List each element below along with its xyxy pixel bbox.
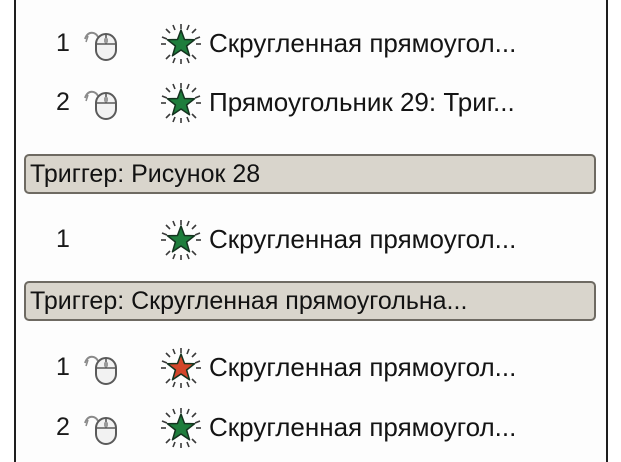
animation-label: Скругленная прямоугол...: [209, 412, 517, 442]
entrance-effect-star-icon: [161, 24, 201, 64]
trigger-header-label: Триггер: Рисунок 28: [30, 160, 261, 188]
trigger-header[interactable]: Триггер: Рисунок 28: [24, 154, 596, 194]
mouse-click-icon: [82, 26, 122, 62]
mouse-click-icon: [82, 350, 122, 386]
animation-order: 1: [56, 29, 70, 57]
animation-order: 1: [56, 225, 70, 253]
animation-order: 2: [56, 413, 70, 441]
animation-order: 2: [56, 88, 70, 116]
animation-list-item[interactable]: 1 Скругленная прямоугол...: [16, 210, 606, 268]
entrance-effect-star-icon: [161, 83, 201, 123]
animation-label: Скругленная прямоугол...: [209, 224, 517, 254]
animation-pane: 1 Скругленная прямоугол... 2 Прямоугольн…: [14, 0, 608, 462]
animation-label: Скругленная прямоугол...: [209, 352, 517, 382]
animation-label: Прямоугольник 29: Триг...: [209, 87, 515, 117]
animation-order: 1: [56, 353, 70, 381]
mouse-click-icon: [82, 85, 122, 121]
animation-list-item[interactable]: 2 Скругленная прямоугол...: [16, 398, 606, 456]
trigger-header-label: Триггер: Скругленная прямоугольна...: [30, 287, 468, 315]
entrance-effect-star-icon: [161, 408, 201, 448]
animation-list-item[interactable]: 1 Скругленная прямоугол...: [16, 14, 606, 72]
emphasis-effect-star-icon: [161, 348, 201, 388]
animation-list-item[interactable]: 2 Прямоугольник 29: Триг...: [16, 73, 606, 131]
animation-label: Скругленная прямоугол...: [209, 28, 517, 58]
animation-list-item[interactable]: 1 Скругленная прямоугол...: [16, 338, 606, 396]
trigger-header[interactable]: Триггер: Скругленная прямоугольна...: [24, 281, 596, 321]
mouse-click-icon: [82, 410, 122, 446]
entrance-effect-star-icon: [161, 220, 201, 260]
